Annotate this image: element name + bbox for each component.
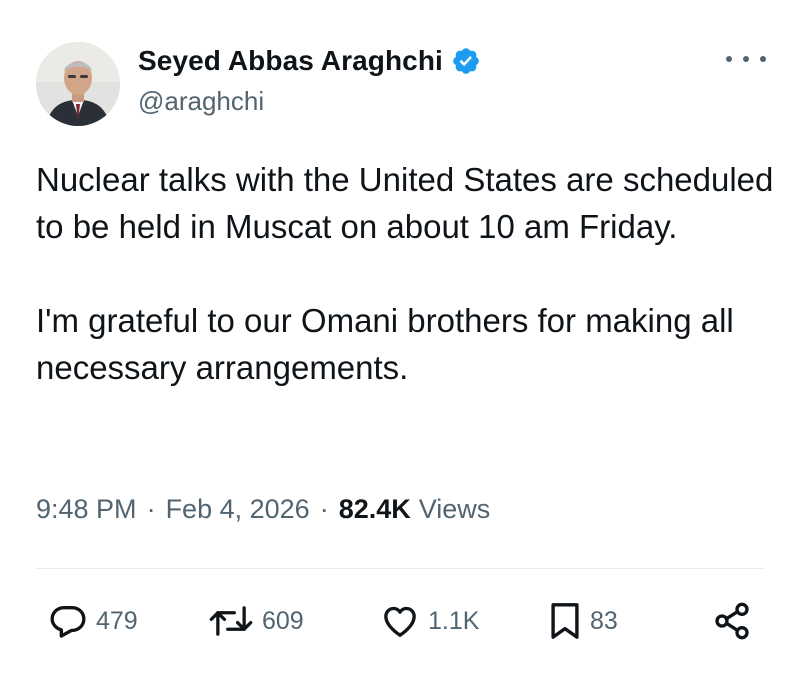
- tweet-meta: 9:48 PM · Feb 4, 2026 · 82.4K Views: [36, 494, 490, 525]
- avatar[interactable]: [36, 42, 120, 126]
- reply-button[interactable]: 479: [48, 596, 138, 646]
- reply-icon: [50, 606, 86, 638]
- reply-count: 479: [96, 606, 138, 635]
- more-options-button[interactable]: [726, 46, 766, 72]
- avatar-photo: [36, 42, 120, 126]
- tweet-paragraph-2: I'm grateful to our Omani brothers for m…: [36, 302, 734, 386]
- author-name-row: Seyed Abbas Araghchi: [138, 42, 481, 80]
- author-handle[interactable]: @araghchi: [138, 86, 264, 117]
- share-button[interactable]: [712, 596, 752, 646]
- divider: [36, 568, 764, 569]
- repost-icon: [209, 606, 253, 636]
- bookmark-button[interactable]: 83: [548, 596, 618, 646]
- views-count: 82.4K: [338, 494, 411, 524]
- bookmark-icon: [551, 603, 579, 639]
- repost-button[interactable]: 609: [208, 596, 304, 646]
- views-label: Views: [418, 494, 491, 524]
- bookmark-count: 83: [590, 606, 618, 635]
- tweet-time[interactable]: 9:48 PM: [36, 494, 137, 525]
- meta-separator: ·: [146, 494, 156, 524]
- dot-icon: [760, 56, 766, 62]
- tweet-card: Seyed Abbas Araghchi @araghchi Nuclear t…: [0, 0, 800, 679]
- dot-icon: [743, 56, 749, 62]
- tweet-text: Nuclear talks with the United States are…: [36, 156, 776, 391]
- meta-separator: ·: [319, 494, 329, 524]
- verified-badge-icon: [451, 46, 481, 76]
- repost-count: 609: [262, 606, 304, 635]
- share-icon: [715, 602, 749, 640]
- like-button[interactable]: 1.1K: [380, 596, 479, 646]
- author-display-name[interactable]: Seyed Abbas Araghchi: [138, 45, 443, 77]
- dot-icon: [726, 56, 732, 62]
- tweet-date[interactable]: Feb 4, 2026: [166, 494, 310, 525]
- like-count: 1.1K: [428, 606, 480, 635]
- heart-icon: [384, 606, 416, 637]
- action-bar: 479 609 1.1K 83: [0, 596, 800, 646]
- tweet-paragraph-1: Nuclear talks with the United States are…: [36, 161, 774, 245]
